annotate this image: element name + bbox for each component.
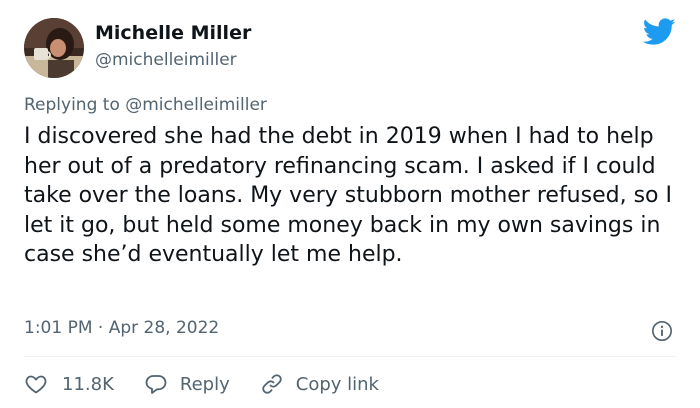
action-bar: 11.8K Reply Copy link [24, 370, 409, 398]
like-count: 11.8K [62, 373, 114, 395]
copy-link-label: Copy link [295, 373, 379, 395]
info-icon[interactable] [651, 320, 673, 342]
avatar-photo [24, 18, 84, 78]
tweet-text: I discovered she had the debt in 2019 wh… [24, 124, 672, 267]
reply-label: Reply [179, 373, 230, 395]
reply-button[interactable]: Reply [144, 372, 230, 396]
author-display-name[interactable]: Michelle Miller [95, 22, 251, 44]
replying-to-label: Replying to [24, 95, 126, 115]
copy-link-button[interactable]: Copy link [260, 372, 379, 396]
link-icon [262, 374, 282, 394]
divider [24, 356, 676, 357]
reply-bubble-icon [145, 375, 167, 394]
replying-to-line: Replying to @michelleimiller [24, 95, 267, 115]
author-handle[interactable]: @michelleimiller [95, 50, 237, 70]
avatar[interactable] [24, 18, 84, 78]
heart-icon [25, 375, 47, 394]
tweet-timestamp[interactable]: 1:01 PM · Apr 28, 2022 [24, 318, 219, 338]
like-button[interactable]: 11.8K [24, 372, 114, 396]
twitter-bird-icon[interactable] [643, 18, 676, 46]
replying-to-mention[interactable]: @michelleimiller [125, 95, 267, 115]
